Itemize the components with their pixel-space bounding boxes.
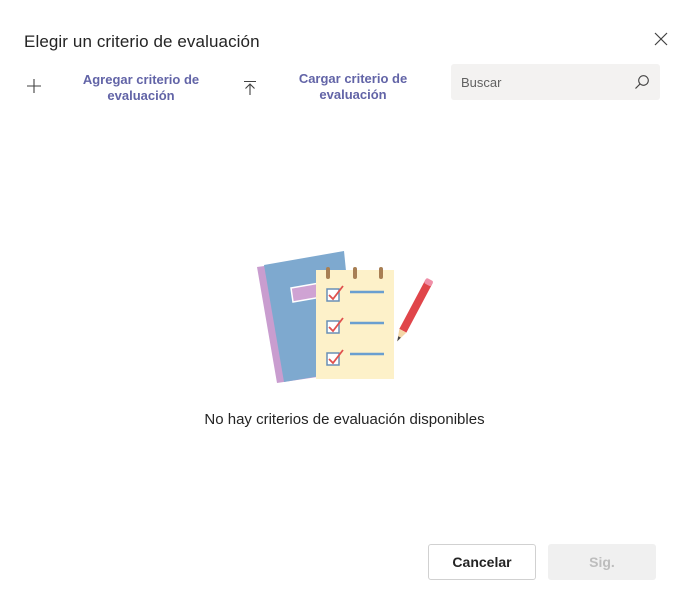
- close-icon: [654, 32, 668, 46]
- close-button[interactable]: [650, 28, 672, 50]
- plus-icon: [24, 76, 44, 96]
- empty-state-message: No hay criterios de evaluación disponibl…: [204, 411, 485, 428]
- search-input[interactable]: [451, 64, 621, 100]
- choose-rubric-dialog: Elegir un criterio de evaluación Agregar…: [0, 0, 689, 591]
- next-button[interactable]: Sig.: [548, 544, 656, 580]
- empty-state-illustration: [250, 246, 435, 386]
- add-rubric-label: Agregar criterio de evaluación: [82, 72, 200, 103]
- search-box: [451, 64, 660, 100]
- search-icon[interactable]: [634, 74, 650, 90]
- cancel-button[interactable]: Cancelar: [428, 544, 536, 580]
- upload-icon: [240, 78, 260, 98]
- upload-rubric-label: Cargar criterio de evaluación: [298, 71, 408, 102]
- dialog-title: Elegir un criterio de evaluación: [24, 32, 260, 51]
